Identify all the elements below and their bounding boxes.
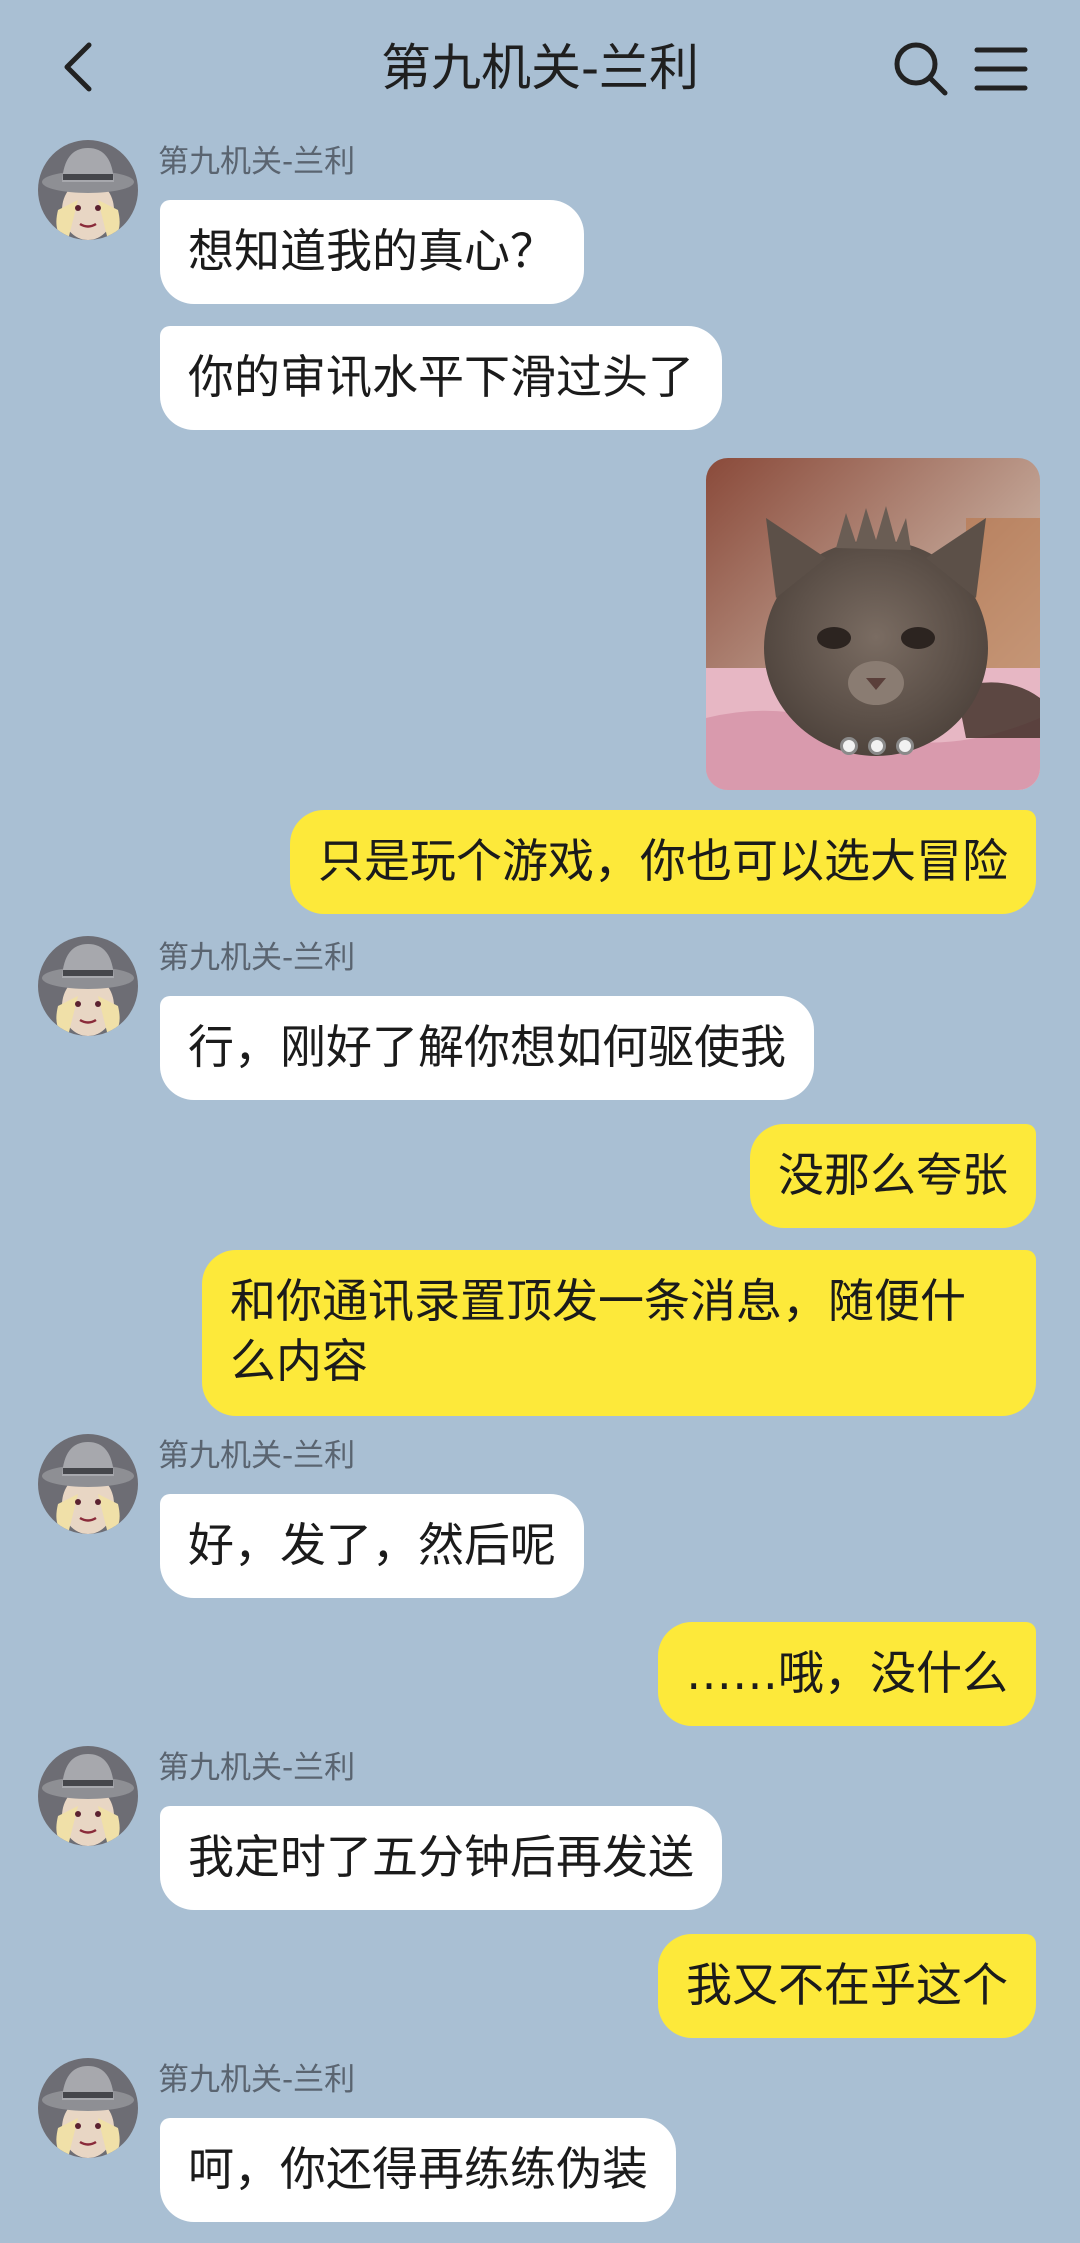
incoming-message-bubble[interactable]: 想知道我的真心？ xyxy=(160,200,584,304)
incoming-message-bubble[interactable]: 好，发了，然后呢 xyxy=(160,1494,584,1598)
avatar[interactable] xyxy=(38,140,138,240)
avatar[interactable] xyxy=(38,1746,138,1846)
incoming-message-bubble[interactable]: 行，刚好了解你想如何驱使我 xyxy=(160,996,814,1100)
outgoing-message-bubble[interactable]: 我又不在乎这个 xyxy=(658,1934,1036,2038)
outgoing-message-bubble[interactable]: 没那么夸张 xyxy=(750,1124,1036,1228)
menu-icon xyxy=(974,47,1028,91)
page-dot xyxy=(868,737,886,755)
image-page-dots xyxy=(840,737,914,755)
sender-name: 第九机关-兰利 xyxy=(158,144,356,180)
sender-name: 第九机关-兰利 xyxy=(158,1750,356,1786)
chat-header: 第九机关-兰利 xyxy=(0,0,1080,140)
outgoing-message-bubble[interactable]: 只是玩个游戏，你也可以选大冒险 xyxy=(290,810,1036,914)
incoming-message-bubble[interactable]: 你的审讯水平下滑过头了 xyxy=(160,326,722,430)
search-button[interactable] xyxy=(888,36,954,102)
outgoing-message-bubble[interactable]: 和你通讯录置顶发一条消息，随便什么内容 xyxy=(202,1250,1036,1416)
sender-name: 第九机关-兰利 xyxy=(158,940,356,976)
outgoing-message-bubble[interactable]: ……哦，没什么 xyxy=(658,1622,1036,1726)
avatar[interactable] xyxy=(38,1434,138,1534)
page-dot xyxy=(896,737,914,755)
incoming-message-bubble[interactable]: 呵，你还得再练练伪装 xyxy=(160,2118,676,2222)
menu-button[interactable] xyxy=(968,36,1034,102)
search-icon xyxy=(894,42,948,96)
sender-name: 第九机关-兰利 xyxy=(158,2062,356,2098)
avatar[interactable] xyxy=(38,2058,138,2158)
avatar[interactable] xyxy=(38,936,138,1036)
sender-name: 第九机关-兰利 xyxy=(158,1438,356,1474)
page-dot xyxy=(840,737,858,755)
incoming-message-bubble[interactable]: 我定时了五分钟后再发送 xyxy=(160,1806,722,1910)
